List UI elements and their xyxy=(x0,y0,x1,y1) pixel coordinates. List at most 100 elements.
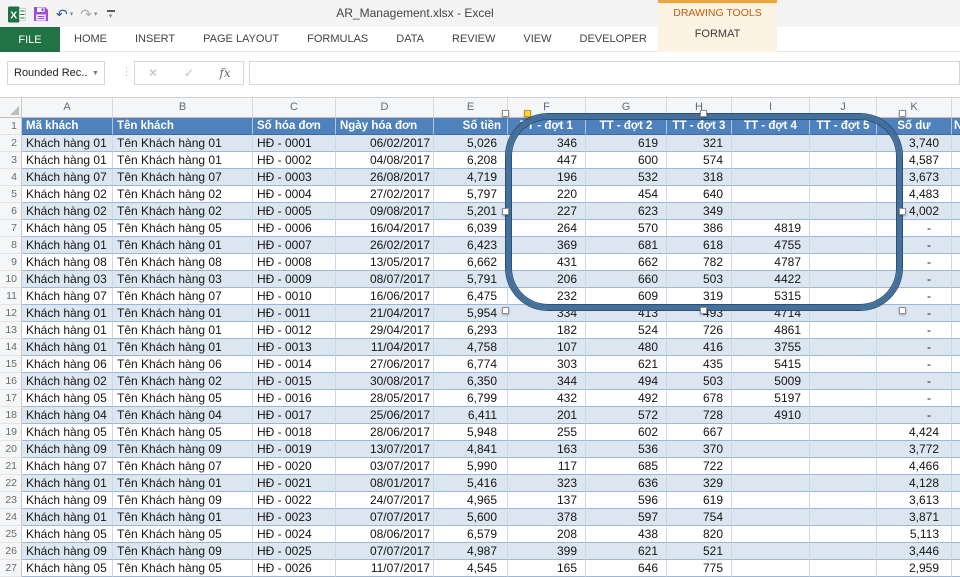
cell[interactable]: 5415 xyxy=(732,356,810,373)
row-header-27[interactable]: 27 xyxy=(0,560,22,577)
cell[interactable]: 4861 xyxy=(732,322,810,339)
cell[interactable]: 26/08/2017 xyxy=(336,169,434,186)
cell[interactable]: Khách hàng 02 xyxy=(22,203,113,220)
cell[interactable]: 28/05/2017 xyxy=(336,390,434,407)
cell[interactable] xyxy=(810,560,877,577)
cell[interactable]: 596 xyxy=(586,492,667,509)
rounded-rectangle-shape[interactable] xyxy=(506,114,902,310)
cell[interactable] xyxy=(810,509,877,526)
cell[interactable]: Tên Khách hàng 09 xyxy=(113,543,253,560)
cell[interactable]: - xyxy=(877,373,952,390)
cell[interactable]: Tên Khách hàng 08 xyxy=(113,254,253,271)
cell[interactable]: 4,987 xyxy=(434,543,508,560)
cell[interactable]: 6,208 xyxy=(434,152,508,169)
row-header-10[interactable]: 10 xyxy=(0,271,22,288)
cell[interactable]: 370 xyxy=(667,441,732,458)
row-header-22[interactable]: 22 xyxy=(0,475,22,492)
cell[interactable]: 6,423 xyxy=(434,237,508,254)
cell[interactable] xyxy=(810,492,877,509)
row-header-3[interactable]: 3 xyxy=(0,152,22,169)
row-header-8[interactable]: 8 xyxy=(0,237,22,254)
cell-clipped[interactable] xyxy=(952,458,960,475)
select-all-button[interactable] xyxy=(0,98,22,117)
cell[interactable]: Tên Khách hàng 07 xyxy=(113,288,253,305)
cell[interactable]: HĐ - 0009 xyxy=(253,271,336,288)
cell[interactable]: Khách hàng 05 xyxy=(22,424,113,441)
cell[interactable] xyxy=(810,526,877,543)
cell[interactable]: 182 xyxy=(508,322,586,339)
cell[interactable] xyxy=(732,441,810,458)
cell[interactable]: Tên Khách hàng 01 xyxy=(113,152,253,169)
redo-dropdown-icon[interactable]: ▾ xyxy=(94,10,98,18)
row-header-24[interactable]: 24 xyxy=(0,509,22,526)
cell[interactable] xyxy=(810,458,877,475)
cell[interactable]: 255 xyxy=(508,424,586,441)
cell-clipped[interactable] xyxy=(952,526,960,543)
cell[interactable]: 5,600 xyxy=(434,509,508,526)
tab-view[interactable]: VIEW xyxy=(509,27,565,51)
cell[interactable]: 09/08/2017 xyxy=(336,203,434,220)
cell[interactable]: 621 xyxy=(586,356,667,373)
cell-clipped[interactable] xyxy=(952,339,960,356)
row-header-15[interactable]: 15 xyxy=(0,356,22,373)
cell[interactable]: Khách hàng 02 xyxy=(22,186,113,203)
cell[interactable]: 621 xyxy=(586,543,667,560)
cell[interactable] xyxy=(732,458,810,475)
redo-button[interactable]: ↷ ▾ xyxy=(80,7,97,21)
column-header-E[interactable]: E xyxy=(434,98,508,117)
cell[interactable]: 2,959 xyxy=(877,560,952,577)
cell[interactable]: Khách hàng 01 xyxy=(22,152,113,169)
row-header-21[interactable]: 21 xyxy=(0,458,22,475)
cell[interactable]: HĐ - 0002 xyxy=(253,152,336,169)
row-header-13[interactable]: 13 xyxy=(0,322,22,339)
cell[interactable] xyxy=(732,492,810,509)
cell[interactable]: Khách hàng 01 xyxy=(22,135,113,152)
cell[interactable]: - xyxy=(877,407,952,424)
cell-clipped[interactable] xyxy=(952,305,960,322)
cell[interactable]: 06/02/2017 xyxy=(336,135,434,152)
handle-mid-left[interactable] xyxy=(502,208,509,215)
row-header-23[interactable]: 23 xyxy=(0,492,22,509)
row-header-11[interactable]: 11 xyxy=(0,288,22,305)
cell[interactable]: HĐ - 0004 xyxy=(253,186,336,203)
header-cell[interactable]: Ngày hóa đơn xyxy=(336,118,434,135)
cell[interactable]: 4,466 xyxy=(877,458,952,475)
cell[interactable]: 11/04/2017 xyxy=(336,339,434,356)
cell[interactable] xyxy=(732,526,810,543)
cell[interactable]: 4,965 xyxy=(434,492,508,509)
cell[interactable]: HĐ - 0019 xyxy=(253,441,336,458)
cell[interactable]: 107 xyxy=(508,339,586,356)
row-header-2[interactable]: 2 xyxy=(0,135,22,152)
cell[interactable]: Khách hàng 01 xyxy=(22,475,113,492)
cell[interactable]: 07/07/2017 xyxy=(336,509,434,526)
handle-top-right[interactable] xyxy=(899,110,906,117)
cell[interactable]: HĐ - 0026 xyxy=(253,560,336,577)
cell[interactable] xyxy=(810,475,877,492)
tab-page-layout[interactable]: PAGE LAYOUT xyxy=(189,27,293,51)
cell[interactable]: 21/04/2017 xyxy=(336,305,434,322)
cell[interactable] xyxy=(810,322,877,339)
handle-mid-right[interactable] xyxy=(899,208,906,215)
cell[interactable]: Khách hàng 01 xyxy=(22,322,113,339)
cell-clipped[interactable] xyxy=(952,475,960,492)
cell-clipped[interactable] xyxy=(952,560,960,577)
row-header-1[interactable]: 1 xyxy=(0,118,22,135)
cell[interactable]: 597 xyxy=(586,509,667,526)
header-cell[interactable]: Mã khách xyxy=(22,118,113,135)
cell[interactable]: - xyxy=(877,322,952,339)
name-box[interactable]: Rounded Rec... ▼ xyxy=(7,61,105,85)
tab-format[interactable]: FORMAT xyxy=(658,28,777,40)
row-header-6[interactable]: 6 xyxy=(0,203,22,220)
cell[interactable]: 4910 xyxy=(732,407,810,424)
cell-clipped[interactable] xyxy=(952,220,960,237)
row-header-26[interactable]: 26 xyxy=(0,543,22,560)
cell[interactable]: Tên Khách hàng 07 xyxy=(113,458,253,475)
cell[interactable]: 775 xyxy=(667,560,732,577)
insert-function-icon[interactable]: fx xyxy=(207,62,243,84)
cell[interactable]: 08/06/2017 xyxy=(336,526,434,543)
cell[interactable]: 4,841 xyxy=(434,441,508,458)
cell-clipped[interactable] xyxy=(952,543,960,560)
cell[interactable]: Tên Khách hàng 04 xyxy=(113,407,253,424)
cell[interactable]: 3,772 xyxy=(877,441,952,458)
cell[interactable]: Khách hàng 05 xyxy=(22,560,113,577)
